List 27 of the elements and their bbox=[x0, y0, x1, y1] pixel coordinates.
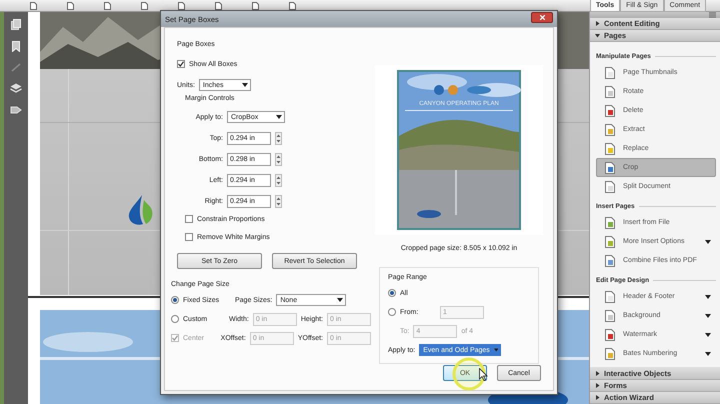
page-icon[interactable] bbox=[178, 2, 185, 10]
page-icon bbox=[605, 86, 615, 98]
page-icon bbox=[605, 254, 615, 267]
page-icon[interactable] bbox=[104, 2, 111, 10]
page-icon[interactable] bbox=[67, 2, 74, 10]
layers-icon[interactable] bbox=[10, 83, 22, 94]
page-icon[interactable] bbox=[289, 2, 296, 10]
page-icon bbox=[605, 124, 615, 136]
list-icon[interactable] bbox=[709, 12, 716, 18]
page-icon bbox=[605, 290, 615, 303]
page-icon bbox=[605, 328, 615, 341]
page-icon bbox=[605, 236, 615, 248]
page-icon bbox=[605, 180, 615, 193]
page-icon[interactable] bbox=[30, 2, 37, 10]
page-icon bbox=[605, 104, 615, 117]
page-icon bbox=[605, 66, 615, 79]
page-icon bbox=[605, 162, 615, 174]
page-icon[interactable] bbox=[215, 2, 222, 10]
page-icon[interactable] bbox=[252, 2, 259, 10]
page-icon bbox=[605, 348, 615, 360]
page-icon bbox=[605, 310, 615, 322]
tag-icon[interactable] bbox=[10, 105, 22, 115]
pages-icon[interactable] bbox=[11, 19, 21, 30]
page-icon bbox=[605, 216, 615, 229]
page-icon bbox=[605, 142, 615, 155]
bookmark-icon[interactable] bbox=[12, 41, 20, 52]
page-icon[interactable] bbox=[141, 2, 148, 10]
